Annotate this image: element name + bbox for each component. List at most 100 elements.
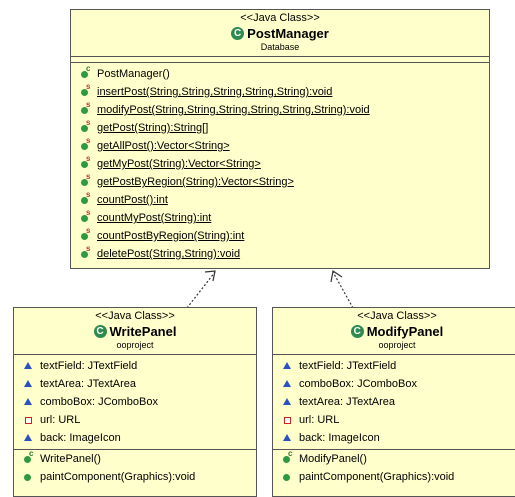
package-visibility-icon <box>281 377 295 391</box>
attribute-label: textField: JTextField <box>40 360 138 372</box>
attribute-label: comboBox: JComboBox <box>40 396 158 408</box>
attribute-row[interactable]: url: URL <box>273 411 515 429</box>
operation-label: ModifyPanel() <box>299 453 367 465</box>
attribute-row[interactable]: url: URL <box>14 411 256 429</box>
package-visibility-icon <box>22 377 36 391</box>
attribute-label: textField: JTextField <box>299 360 397 372</box>
dependency-writepanel-postmanager <box>186 271 216 309</box>
attribute-row[interactable]: textArea: JTextArea <box>14 375 256 393</box>
operation-row[interactable]: c WritePanel() <box>14 449 256 468</box>
attribute-label: back: ImageIcon <box>40 432 121 444</box>
attribute-label: url: URL <box>40 414 81 426</box>
static-method-icon: s <box>79 118 93 135</box>
class-writepanel[interactable]: <<Java Class>> C WritePanel ooproject tex… <box>13 307 257 497</box>
attribute-row[interactable]: textArea: JTextArea <box>273 393 515 411</box>
attribute-row[interactable]: comboBox: JComboBox <box>273 375 515 393</box>
package-visibility-icon <box>22 395 36 409</box>
operation-row[interactable]: s deletePost(String,String):void <box>71 244 489 263</box>
static-method-icon: s <box>79 244 93 261</box>
package-label: ooproject <box>378 340 416 350</box>
class-header: <<Java Class>> C ModifyPanel ooproject <box>273 308 515 355</box>
attribute-label: textArea: JTextArea <box>299 396 395 408</box>
attribute-label: back: ImageIcon <box>299 432 380 444</box>
operation-label: deletePost(String,String):void <box>97 248 241 260</box>
operation-label: paintComponent(Graphics):void <box>40 471 196 483</box>
stereotype-label: <<Java Class>> <box>95 310 175 322</box>
package-visibility-icon <box>22 359 36 373</box>
static-method-icon: s <box>79 82 93 99</box>
class-postmanager[interactable]: <<Java Class>> C PostManager Database c Po… <box>70 9 490 269</box>
attribute-row[interactable]: comboBox: JComboBox <box>14 393 256 411</box>
package-label: ooproject <box>116 340 154 350</box>
operation-row[interactable]: c ModifyPanel() <box>273 449 515 468</box>
operation-row[interactable]: s modifyPost(String,String,String,String,… <box>71 100 489 119</box>
operation-label: countPostByRegion(String):int <box>97 230 245 242</box>
static-method-icon: s <box>79 100 93 117</box>
package-label: Database <box>260 42 300 52</box>
attribute-row[interactable]: back: ImageIcon <box>14 429 256 447</box>
stereotype-label: <<Java Class>> <box>240 12 320 24</box>
package-visibility-icon <box>281 431 295 445</box>
operation-row[interactable]: s countMyPost(String):int <box>71 208 489 227</box>
operation-row[interactable]: s getAllPost():Vector<String> <box>71 136 489 155</box>
attributes-compartment: textField: JTextField comboBox: JComboBox… <box>273 355 515 450</box>
static-method-icon: s <box>79 136 93 153</box>
arrowhead-modifypanel <box>330 269 343 283</box>
package-visibility-icon <box>22 431 36 445</box>
class-icon: C <box>231 27 245 40</box>
dependency-modifypanel-postmanager <box>332 271 354 309</box>
operation-label: PostManager() <box>97 68 170 80</box>
public-method-icon <box>281 470 295 484</box>
operations-compartment: c PostManager() s insertPost(String,String,… <box>71 63 489 263</box>
class-name: ModifyPanel <box>366 324 444 339</box>
arrowhead-writepanel <box>204 270 216 282</box>
attribute-row[interactable]: textField: JTextField <box>14 357 256 375</box>
attribute-row[interactable]: back: ImageIcon <box>273 429 515 447</box>
public-method-icon <box>22 470 36 484</box>
operation-row[interactable]: s countPostByRegion(String):int <box>71 226 489 245</box>
class-icon: C <box>93 325 107 338</box>
operation-label: countMyPost(String):int <box>97 212 212 224</box>
class-header: <<Java Class>> C PostManager Database <box>71 10 489 57</box>
operation-label: countPost():int <box>97 194 168 206</box>
operation-label: insertPost(String,String,String,String,S… <box>97 86 333 98</box>
operation-row[interactable]: s countPost():int <box>71 190 489 209</box>
operation-label: getPost(String):String[] <box>97 122 209 134</box>
operation-row[interactable]: paintComponent(Graphics):void <box>14 468 256 486</box>
static-method-icon: s <box>79 208 93 225</box>
package-visibility-icon <box>281 395 295 409</box>
static-method-icon: s <box>79 172 93 189</box>
class-header: <<Java Class>> C WritePanel ooproject <box>14 308 256 355</box>
constructor-icon: c <box>22 449 36 466</box>
operation-label: getPostByRegion(String):Vector<String> <box>97 176 294 188</box>
static-method-icon: s <box>79 154 93 171</box>
static-method-icon: s <box>79 190 93 207</box>
package-visibility-icon <box>281 359 295 373</box>
attribute-label: comboBox: JComboBox <box>299 378 417 390</box>
private-visibility-icon <box>281 413 295 427</box>
operations-compartment: c WritePanel() paintComponent(Graphics):vo… <box>14 449 256 486</box>
class-name: WritePanel <box>109 324 177 339</box>
operation-row[interactable]: s insertPost(String,String,String,String,… <box>71 82 489 101</box>
attribute-label: textArea: JTextArea <box>40 378 136 390</box>
operation-label: WritePanel() <box>40 453 101 465</box>
operation-row[interactable]: c PostManager() <box>71 64 489 83</box>
operations-compartment: c ModifyPanel() paintComponent(Graphics):v… <box>273 449 515 486</box>
operation-label: getMyPost(String):Vector<String> <box>97 158 261 170</box>
operation-row[interactable]: s getMyPost(String):Vector<String> <box>71 154 489 173</box>
constructor-icon: c <box>281 449 295 466</box>
attributes-compartment: textField: JTextField textArea: JTextArea… <box>14 355 256 450</box>
constructor-icon: c <box>79 64 93 81</box>
operation-label: getAllPost():Vector<String> <box>97 140 230 152</box>
operation-row[interactable]: s getPostByRegion(String):Vector<String> <box>71 172 489 191</box>
attribute-label: url: URL <box>299 414 340 426</box>
class-name: PostManager <box>247 26 329 41</box>
operation-row[interactable]: s getPost(String):String[] <box>71 118 489 137</box>
class-icon: C <box>350 325 364 338</box>
class-modifypanel[interactable]: <<Java Class>> C ModifyPanel ooproject te… <box>272 307 515 497</box>
static-method-icon: s <box>79 226 93 243</box>
operation-row[interactable]: paintComponent(Graphics):void <box>273 468 515 486</box>
attribute-row[interactable]: textField: JTextField <box>273 357 515 375</box>
operation-label: paintComponent(Graphics):void <box>299 471 455 483</box>
stereotype-label: <<Java Class>> <box>357 310 437 322</box>
